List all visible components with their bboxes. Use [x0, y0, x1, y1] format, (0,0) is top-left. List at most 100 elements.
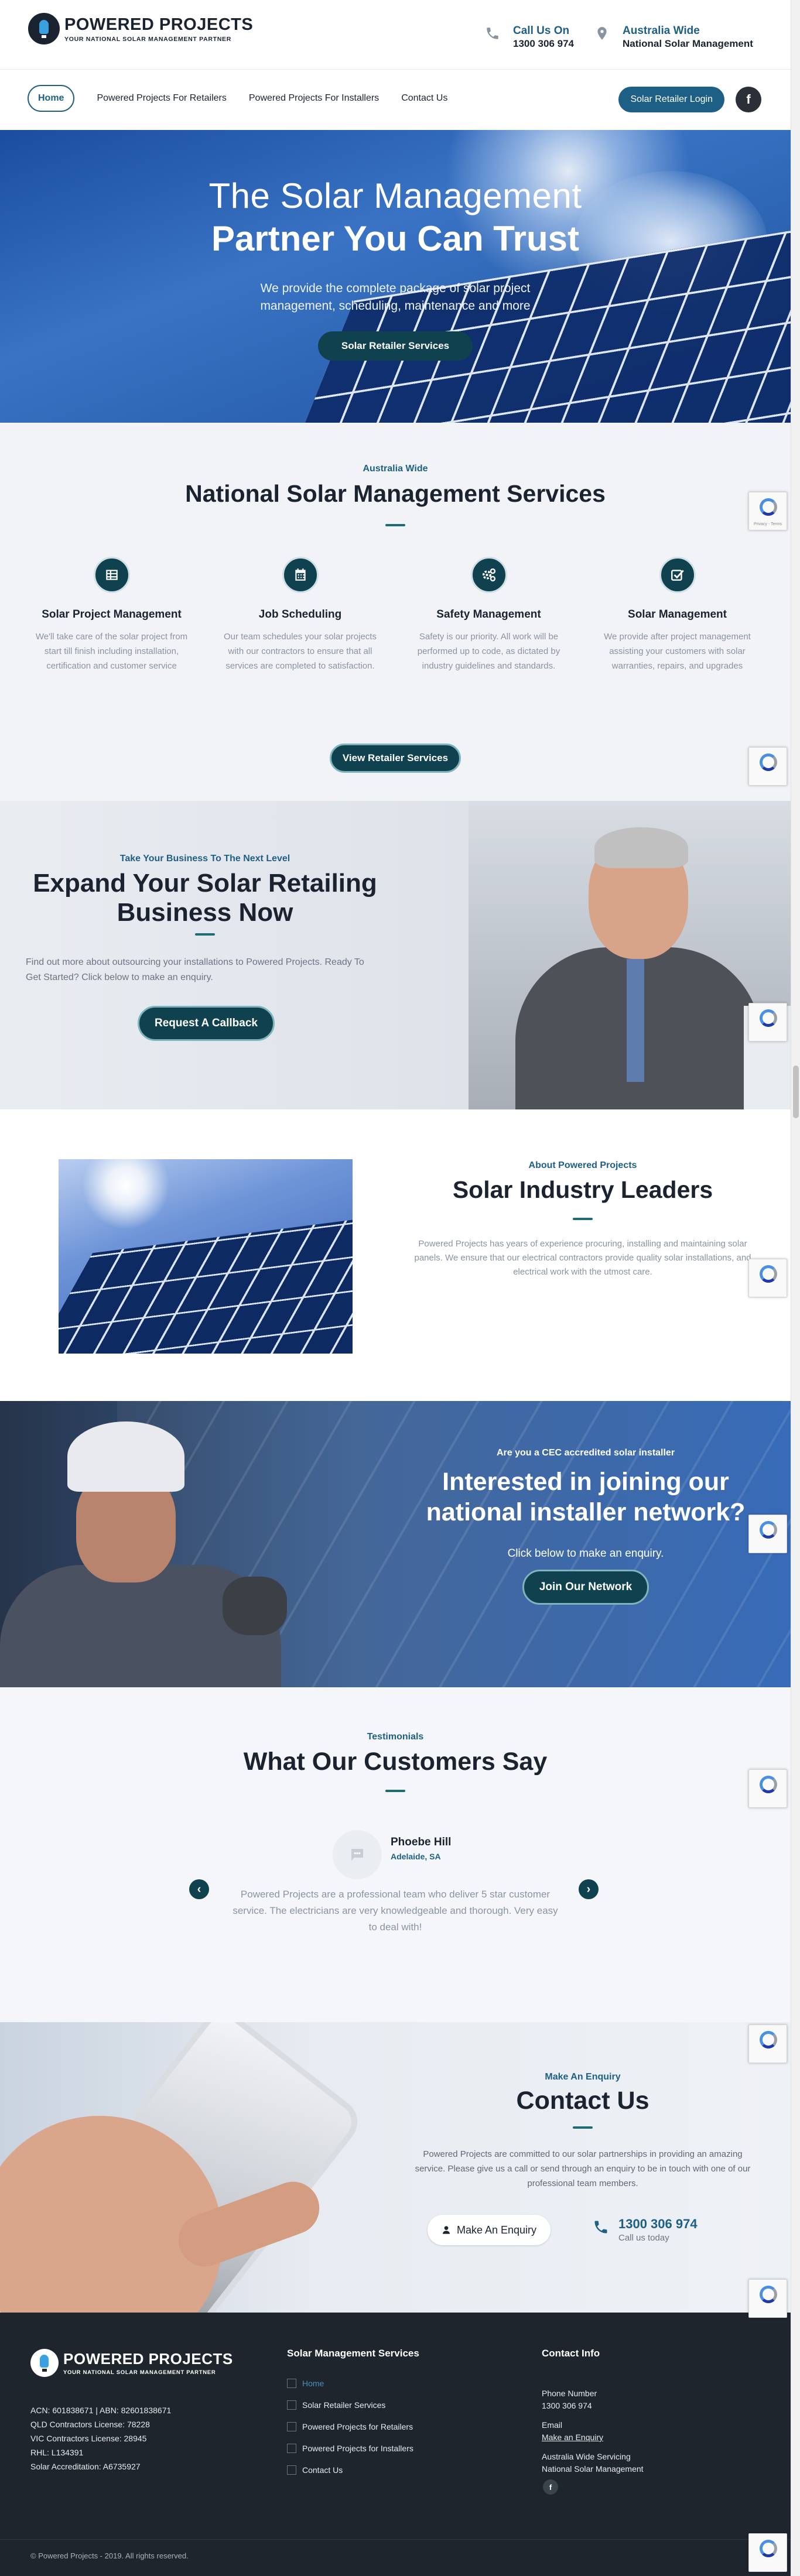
page: POWERED PROJECTS YOUR NATIONAL SOLAR MAN…: [0, 0, 800, 2576]
hair-decoration: [594, 827, 688, 868]
footer-brand-title: POWERED PROJECTS: [63, 2350, 233, 2368]
footer-links: Home Solar Retailer Services Powered Pro…: [287, 2372, 413, 2481]
installer-title: Interested in joining our national insta…: [426, 1468, 746, 1526]
recaptcha-badge[interactable]: [748, 1259, 787, 1297]
recaptcha-icon: [760, 1521, 777, 1539]
service-text: We provide after project management assi…: [604, 632, 751, 671]
retailer-login-button[interactable]: Solar Retailer Login: [618, 87, 724, 112]
services-section: Australia Wide National Solar Management…: [0, 423, 791, 801]
header-divider: [0, 69, 791, 70]
brand-tagline: YOUR NATIONAL SOLAR MANAGEMENT PARTNER: [64, 35, 232, 43]
main-nav: Home Powered Projects For Retailers Powe…: [28, 85, 470, 112]
nav-installers[interactable]: Powered Projects For Installers: [249, 93, 379, 104]
hero-banner: The Solar Management Partner You Can Tru…: [0, 130, 791, 423]
recaptcha-badge[interactable]: [748, 2279, 787, 2318]
footer-contact-info: Phone Number 1300 306 974 Email Make an …: [542, 2378, 644, 2475]
call-number: 1300 306 974: [513, 38, 574, 49]
service-card: Solar Management We provide after projec…: [594, 557, 761, 673]
service-text: Our team schedules your solar projects w…: [224, 632, 377, 671]
footer-brand-tagline: YOUR NATIONAL SOLAR MANAGEMENT PARTNER: [63, 2369, 216, 2376]
recaptcha-icon: [760, 1009, 777, 1027]
contact-section: Make An Enquiry Contact Us Powered Proje…: [0, 2022, 791, 2313]
about-title: Solar Industry Leaders: [452, 1176, 713, 1203]
recaptcha-badge[interactable]: [748, 2025, 787, 2063]
scrollbar-thumb[interactable]: [793, 1066, 799, 1118]
recaptcha-badge[interactable]: Privacy - Terms: [748, 492, 787, 530]
footer-logo[interactable]: POWERED PROJECTS YOUR NATIONAL SOLAR MAN…: [30, 2349, 233, 2377]
installer-kicker: Are you a CEC accredited solar installer: [496, 1448, 675, 1458]
service-title: Job Scheduling: [258, 608, 342, 621]
expand-business-section: Take Your Business To The Next Level Exp…: [0, 801, 791, 1109]
rhl-number: RHL: L134391: [30, 2448, 84, 2457]
service-title: Solar Project Management: [42, 608, 182, 621]
qld-license: QLD Contractors License: 78228: [30, 2420, 150, 2429]
vic-license: VIC Contractors License: 28945: [30, 2434, 147, 2443]
businessman-photo: [469, 801, 791, 1109]
contact-phone[interactable]: 1300 306 974 Call us today: [593, 2217, 698, 2243]
site-footer: POWERED PROJECTS YOUR NATIONAL SOLAR MAN…: [0, 2313, 791, 2576]
quote-avatar-icon: [333, 1830, 382, 1879]
expand-description: Find out more about outsourcing your ins…: [26, 957, 364, 982]
company-acn: ACN: 601838671 | ABN: 82601838671: [30, 2406, 172, 2415]
service-text: Safety is our priority. All work will be…: [417, 632, 560, 671]
contact-phone-sub: Call us today: [618, 2233, 669, 2243]
contact-description: Powered Projects are committed to our so…: [415, 2149, 751, 2188]
link-bullet-icon: [287, 2378, 296, 2388]
accent-divider: [385, 1790, 405, 1792]
map-pin-icon: [597, 27, 607, 40]
footer-link-home[interactable]: Home: [287, 2372, 413, 2394]
hero-paragraph: We provide the complete package of solar…: [260, 282, 531, 313]
header-call[interactable]: Call Us On 1300 306 974: [485, 25, 574, 50]
brand-logo[interactable]: POWERED PROJECTS YOUR NATIONAL SOLAR MAN…: [28, 13, 253, 44]
footer-facebook-icon[interactable]: f: [543, 2479, 558, 2495]
phone-label: Phone Number: [542, 2389, 597, 2398]
phone-value[interactable]: 1300 306 974: [542, 2400, 644, 2412]
about-section: About Powered Projects Solar Industry Le…: [0, 1109, 791, 1401]
brand-title: POWERED PROJECTS: [64, 15, 254, 34]
link-bullet-icon: [287, 2400, 296, 2410]
join-network-button[interactable]: Join Our Network: [522, 1570, 649, 1605]
nav-contact[interactable]: Contact Us: [401, 93, 447, 104]
accent-divider: [385, 524, 405, 526]
recaptcha-icon: [760, 753, 777, 771]
next-arrow-icon[interactable]: ›: [579, 1879, 599, 1899]
link-bullet-icon: [287, 2465, 296, 2475]
recaptcha-badge[interactable]: [748, 1769, 787, 1808]
view-retailer-services-button[interactable]: View Retailer Services: [330, 744, 461, 773]
footer-link-retailers[interactable]: Powered Projects for Retailers: [287, 2416, 413, 2437]
prev-arrow-icon[interactable]: ‹: [189, 1879, 209, 1899]
recaptcha-badge[interactable]: [748, 1515, 787, 1553]
footer-services-title: Solar Management Services: [287, 2348, 419, 2359]
call-label: Call Us On: [513, 25, 570, 37]
recaptcha-badge[interactable]: [748, 1003, 787, 1042]
contact-kicker: Make An Enquiry: [545, 2072, 621, 2082]
email-enquiry-link[interactable]: Make an Enquiry: [542, 2431, 644, 2444]
footer-link-installers[interactable]: Powered Projects for Installers: [287, 2437, 413, 2459]
hero-content: The Solar Management Partner You Can Tru…: [0, 176, 791, 361]
service-area-line1: Australia Wide Servicing: [542, 2452, 631, 2461]
nav-home[interactable]: Home: [28, 85, 75, 112]
recaptcha-badge[interactable]: [748, 2533, 787, 2572]
retailer-services-button[interactable]: Solar Retailer Services: [317, 331, 473, 361]
about-description: Powered Projects has years of experience…: [414, 1239, 751, 1277]
service-card: Safety Management Safety is our priority…: [405, 557, 572, 673]
accent-divider: [573, 1218, 593, 1220]
nav-retailers[interactable]: Powered Projects For Retailers: [97, 93, 226, 104]
installer-content: Are you a CEC accredited solar installer…: [410, 1448, 761, 1605]
hero-heading-line2: Partner You Can Trust: [211, 219, 579, 258]
about-kicker: About Powered Projects: [528, 1160, 637, 1170]
hand-holding-phone-photo: [0, 2022, 375, 2313]
testimonials-title: What Our Customers Say: [243, 1748, 548, 1776]
testimonial-location: Adelaide, SA: [391, 1852, 441, 1861]
expand-kicker: Take Your Business To The Next Level: [119, 854, 290, 864]
testimonials-kicker: Testimonials: [367, 1732, 424, 1742]
recaptcha-badge[interactable]: [748, 747, 787, 786]
page-scrollbar[interactable]: [791, 0, 800, 2576]
footer-link-retailer-services[interactable]: Solar Retailer Services: [287, 2394, 413, 2416]
make-enquiry-button[interactable]: Make An Enquiry: [428, 2215, 551, 2245]
request-callback-button[interactable]: Request A Callback: [138, 1006, 275, 1041]
recaptcha-icon: [760, 1776, 777, 1793]
facebook-icon[interactable]: f: [736, 87, 761, 112]
lightbulb-logo-icon: [30, 2349, 59, 2377]
footer-link-contact[interactable]: Contact Us: [287, 2459, 413, 2481]
